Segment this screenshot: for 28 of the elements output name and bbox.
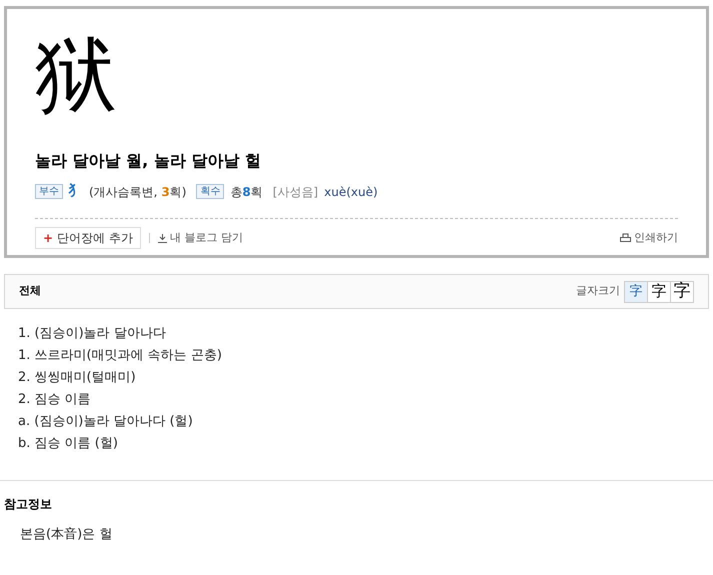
meaning-item: a. (짐승이)놀라 달아나다 (헐) — [18, 413, 193, 431]
hanja-character: 狱 — [35, 28, 117, 126]
meaning-item: 1. 쓰르라미(매밋과에 속하는 곤충) — [18, 347, 222, 365]
radical-name: (개사슴록변, 3획) — [89, 184, 186, 200]
section-title: 전체 — [19, 283, 41, 300]
save-to-blog-button[interactable]: 내 블로그 담기 — [158, 230, 243, 246]
font-size-option[interactable]: 字 — [670, 280, 694, 302]
font-size-option[interactable]: 字 — [624, 280, 648, 302]
font-size-label: 글자크기 — [576, 283, 620, 300]
radical-character: 犭 — [69, 182, 83, 201]
meaning-item: 1. (짐승이)놀라 달아나다 — [18, 325, 166, 343]
printer-icon — [620, 233, 631, 243]
pronunciation: xuè(xuè) — [324, 184, 378, 200]
font-size-option[interactable]: 字 — [647, 280, 671, 302]
pronunciation-label: [사성음] — [272, 184, 318, 200]
meaning-item: 2. 짐승 이름 — [18, 391, 91, 409]
meaning-item: 2. 씽씽매미(털매미) — [18, 369, 136, 387]
download-icon — [158, 234, 167, 242]
reference-title: 참고정보 — [4, 496, 52, 513]
meaning-item: b. 짐승 이름 (헐) — [18, 435, 118, 453]
plus-icon: + — [43, 229, 54, 247]
print-button[interactable]: 인쇄하기 — [620, 230, 678, 246]
add-to-wordbook-button[interactable]: + 단어장에 추가 — [35, 227, 141, 249]
character-meaning: 놀라 달아날 월, 놀라 달아날 헐 — [35, 150, 261, 172]
reference-text: 본음(本音)은 헐 — [20, 526, 112, 544]
stroke-tag: 획수 — [196, 184, 224, 199]
radical-tag: 부수 — [35, 184, 63, 199]
stroke-count: 총8획 — [230, 184, 263, 200]
